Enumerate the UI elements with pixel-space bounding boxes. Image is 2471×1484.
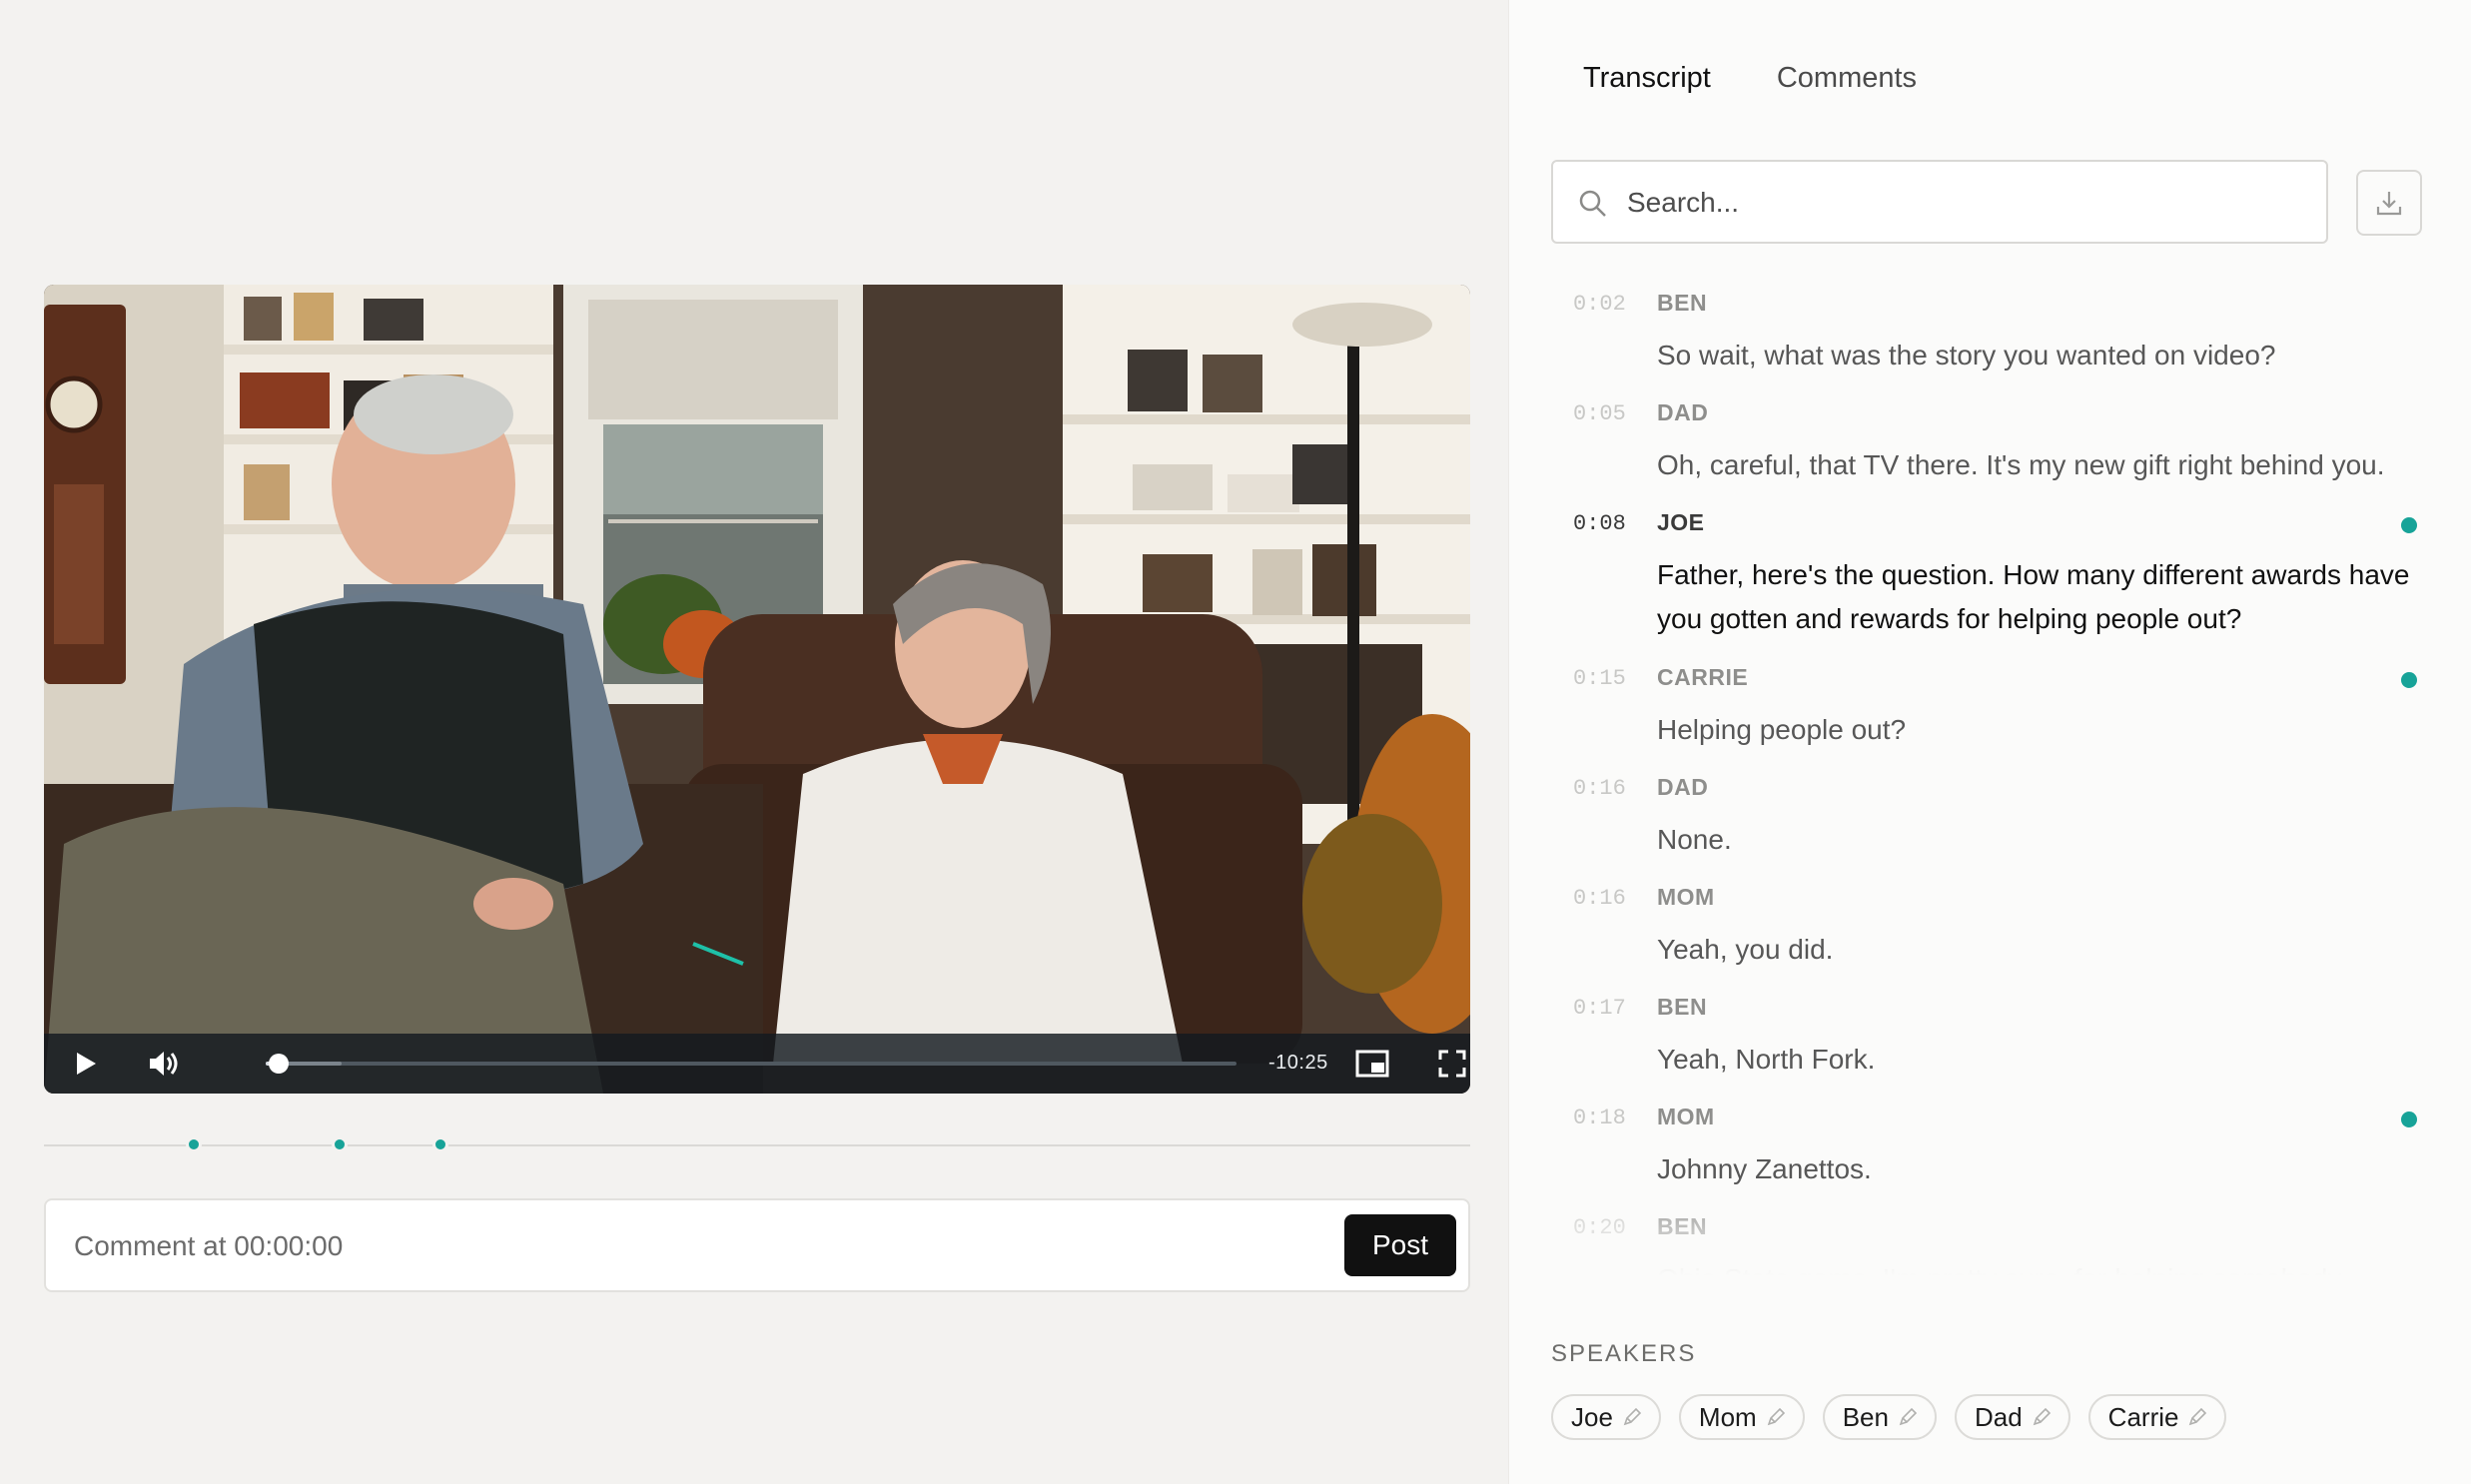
progress-scrubber-handle[interactable] bbox=[268, 1054, 289, 1074]
transcript-search bbox=[1551, 160, 2328, 244]
comment-input[interactable] bbox=[74, 1222, 1352, 1270]
video-pane: -10:25 Post bbox=[0, 0, 1508, 1484]
video-progress-bar[interactable] bbox=[266, 1054, 1236, 1074]
comment-indicator-dot[interactable] bbox=[2401, 672, 2417, 688]
entry-text: Yeah, you did. bbox=[1657, 934, 1834, 965]
speaker-chip[interactable]: Joe bbox=[1551, 1394, 1661, 1440]
speaker-chips: Joe Mom Ben Dad Carrie bbox=[1551, 1394, 2227, 1440]
video-frame bbox=[44, 285, 1470, 1094]
search-input[interactable] bbox=[1627, 180, 2306, 226]
entry-timestamp[interactable]: 0:05 bbox=[1573, 401, 1626, 426]
picture-in-picture-button[interactable] bbox=[1350, 1042, 1394, 1086]
app-window: -10:25 Post Transc bbox=[0, 0, 2471, 1484]
volume-button[interactable] bbox=[142, 1042, 186, 1086]
entry-speaker: DAD bbox=[1657, 774, 1709, 800]
speakers-heading: SPEAKERS bbox=[1551, 1340, 1697, 1367]
entry-speaker: CARRIE bbox=[1657, 664, 1749, 690]
post-button[interactable]: Post bbox=[1344, 1214, 1456, 1276]
volume-icon bbox=[150, 1052, 178, 1076]
timeline-comment-marker[interactable] bbox=[332, 1136, 348, 1152]
entry-speaker: BEN bbox=[1657, 290, 1708, 316]
panel-tabs: Transcript Comments bbox=[1583, 62, 1917, 95]
search-icon bbox=[1579, 190, 1606, 217]
transcript-list: 0:02 BEN So wait, what was the story you w… bbox=[1551, 278, 2430, 1276]
entry-speaker: DAD bbox=[1657, 399, 1709, 425]
transcript-panel: Transcript Comments 0:02 BEN So wait, what… bbox=[1508, 0, 2471, 1484]
tab-transcript[interactable]: Transcript bbox=[1583, 62, 1711, 95]
comment-indicator-dot[interactable] bbox=[2401, 517, 2417, 533]
speaker-chip-label: Carrie bbox=[2107, 1401, 2179, 1432]
entry-text: So wait, what was the story you wanted o… bbox=[1657, 340, 2276, 371]
comment-box: Post bbox=[44, 1198, 1470, 1292]
picture-in-picture-icon bbox=[1355, 1050, 1389, 1078]
transcript-fade bbox=[1551, 1186, 2430, 1276]
entry-text: Oh, careful, that TV there. It's my new … bbox=[1657, 449, 2385, 480]
entry-speaker: BEN bbox=[1657, 994, 1708, 1020]
speaker-chip-label: Dad bbox=[1974, 1401, 2023, 1432]
comment-timeline[interactable] bbox=[44, 1136, 1470, 1152]
download-transcript-button[interactable] bbox=[2356, 170, 2422, 236]
speaker-chip[interactable]: Mom bbox=[1678, 1394, 1805, 1440]
comment-indicator-dot[interactable] bbox=[2401, 1112, 2417, 1127]
download-icon bbox=[2376, 192, 2402, 216]
entry-speaker: MOM bbox=[1657, 1104, 1715, 1129]
pencil-icon[interactable] bbox=[1621, 1406, 1643, 1428]
entry-text: Father, here's the question. How many di… bbox=[1657, 559, 2410, 634]
timeline-comment-marker[interactable] bbox=[186, 1136, 202, 1152]
entry-text: Johnny Zanettos. bbox=[1657, 1153, 1872, 1184]
entry-timestamp[interactable]: 0:18 bbox=[1573, 1106, 1626, 1130]
speaker-chip[interactable]: Dad bbox=[1954, 1394, 2070, 1440]
tab-comments[interactable]: Comments bbox=[1777, 62, 1917, 95]
entry-timestamp[interactable]: 0:16 bbox=[1573, 886, 1626, 911]
speaker-chip-label: Joe bbox=[1571, 1401, 1613, 1432]
timeline-comment-marker[interactable] bbox=[432, 1136, 448, 1152]
entry-timestamp[interactable]: 0:08 bbox=[1573, 511, 1626, 536]
fullscreen-icon bbox=[1438, 1050, 1466, 1078]
entry-timestamp[interactable]: 0:15 bbox=[1573, 666, 1626, 691]
speaker-chip-label: Ben bbox=[1842, 1401, 1889, 1432]
pencil-icon[interactable] bbox=[1765, 1406, 1787, 1428]
entry-text: Yeah, North Fork. bbox=[1657, 1044, 1876, 1075]
pencil-icon[interactable] bbox=[2031, 1406, 2053, 1428]
play-icon bbox=[77, 1053, 96, 1075]
entry-timestamp[interactable]: 0:16 bbox=[1573, 776, 1626, 801]
fullscreen-button[interactable] bbox=[1430, 1042, 1470, 1086]
speaker-chip[interactable]: Ben bbox=[1822, 1394, 1937, 1440]
entry-text: None. bbox=[1657, 824, 1732, 855]
speaker-chip-label: Mom bbox=[1698, 1401, 1757, 1432]
pencil-icon[interactable] bbox=[1897, 1406, 1919, 1428]
pencil-icon[interactable] bbox=[2186, 1406, 2208, 1428]
entry-speaker: MOM bbox=[1657, 884, 1715, 910]
entry-speaker: JOE bbox=[1657, 509, 1705, 535]
entry-text: Helping people out? bbox=[1657, 714, 1907, 745]
play-button[interactable] bbox=[64, 1042, 108, 1086]
entry-timestamp[interactable]: 0:17 bbox=[1573, 996, 1626, 1021]
entry-timestamp[interactable]: 0:02 bbox=[1573, 292, 1626, 317]
speaker-chip[interactable]: Carrie bbox=[2087, 1394, 2227, 1440]
time-remaining: -10:25 bbox=[1268, 1052, 1328, 1074]
video-controls-bar: -10:25 bbox=[44, 1034, 1470, 1094]
video-player[interactable]: -10:25 bbox=[44, 285, 1470, 1094]
